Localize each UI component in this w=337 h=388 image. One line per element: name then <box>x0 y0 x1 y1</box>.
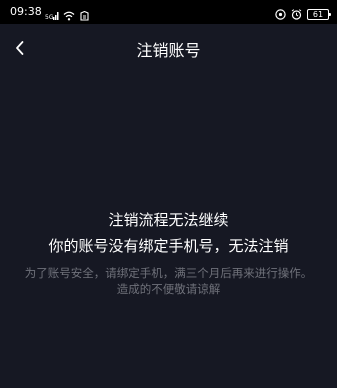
headset-icon <box>275 5 286 24</box>
screen: 09:38 5G 61 注销账号 注销流程无法继续 你的账号没有绑定手机号，无法… <box>0 0 337 388</box>
message-reason: 你的账号没有绑定手机号，无法注销 <box>48 237 289 255</box>
status-left-icons: 5G <box>45 6 90 25</box>
battery-icon: 61 <box>307 9 331 20</box>
page-title: 注销账号 <box>136 41 201 60</box>
message-description: 为了账号安全，请绑定手机，满三个月后再来进行操作。造成的不便敬请谅解 <box>24 266 313 296</box>
status-right-icons: 61 <box>275 5 331 24</box>
wifi-icon <box>63 6 75 25</box>
nav-bar: 注销账号 <box>0 24 337 78</box>
alarm-icon <box>291 5 302 24</box>
status-bar: 09:38 5G 61 <box>0 0 337 24</box>
message-headline: 注销流程无法继续 <box>108 211 229 229</box>
signal-icon: 5G <box>45 6 59 25</box>
status-time: 09:38 <box>10 5 42 18</box>
app-notification-icon <box>79 6 90 25</box>
svg-text:5G: 5G <box>45 14 54 21</box>
cancellation-blocked-message: 注销流程无法继续 你的账号没有绑定手机号，无法注销 为了账号安全，请绑定手机，满… <box>0 207 337 297</box>
